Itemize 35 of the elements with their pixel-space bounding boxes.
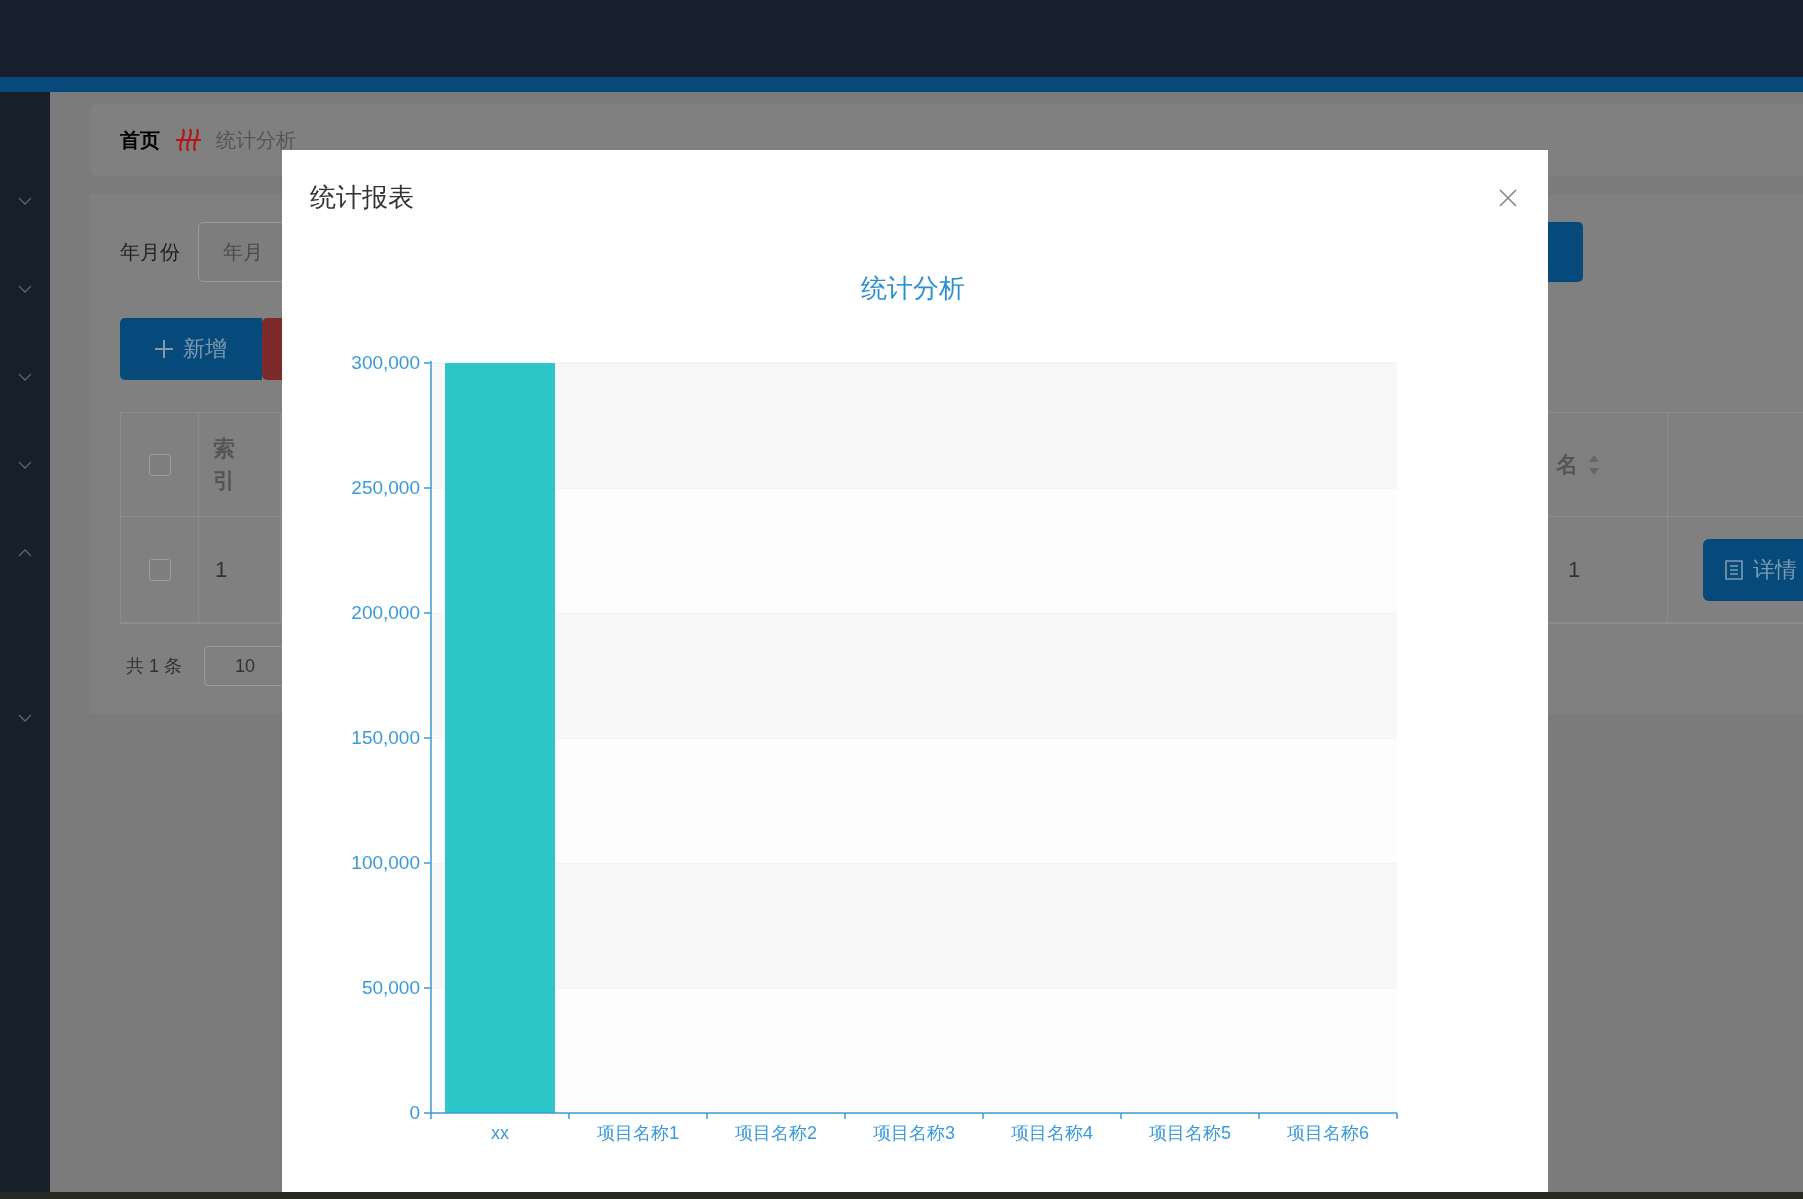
table-cell: 1 bbox=[1568, 556, 1581, 583]
chevron-down-icon[interactable] bbox=[18, 197, 32, 205]
axis-label: 0 bbox=[409, 1102, 420, 1123]
axis-label: 300,000 bbox=[351, 352, 420, 373]
chevron-down-icon[interactable] bbox=[18, 714, 32, 722]
axis-label: 150,000 bbox=[351, 727, 420, 748]
axis-label: 项目名称5 bbox=[1149, 1123, 1231, 1143]
chevron-down-icon[interactable] bbox=[18, 461, 32, 469]
chevron-down-icon[interactable] bbox=[18, 373, 32, 381]
axis-label: 100,000 bbox=[351, 852, 420, 873]
axis-label: 250,000 bbox=[351, 477, 420, 498]
checkbox[interactable] bbox=[148, 453, 171, 476]
separator-icon bbox=[174, 127, 202, 153]
dialog-title: 统计报表 bbox=[310, 181, 414, 214]
chevron-down-icon[interactable] bbox=[18, 285, 32, 293]
breadcrumb-item[interactable]: 首页 bbox=[120, 126, 160, 154]
chart-title: 统计分析 bbox=[861, 273, 965, 303]
axis-label: 项目名称3 bbox=[873, 1123, 955, 1143]
close-button[interactable] bbox=[1498, 187, 1518, 208]
total-count: 共 1 条 bbox=[126, 655, 182, 678]
axis-label: xx bbox=[491, 1123, 509, 1143]
axis-label: 200,000 bbox=[351, 602, 420, 623]
table-cell-text: 1 bbox=[214, 556, 228, 583]
axis-label: 项目名称2 bbox=[735, 1123, 817, 1143]
add-button[interactable]: 新增 bbox=[120, 318, 262, 380]
axis-label: 项目名称4 bbox=[1011, 1123, 1093, 1143]
plus-icon bbox=[155, 340, 173, 358]
field-label: 年月份 bbox=[120, 239, 180, 265]
axis-label: 项目名称6 bbox=[1287, 1123, 1369, 1143]
axis-label: 项目名称1 bbox=[597, 1123, 679, 1143]
axis-label: 50,000 bbox=[361, 977, 420, 998]
chevron-up-icon[interactable] bbox=[18, 549, 32, 557]
details-button[interactable]: 详情 bbox=[1703, 538, 1803, 601]
document-icon bbox=[1725, 559, 1743, 580]
checkbox[interactable] bbox=[148, 558, 171, 581]
